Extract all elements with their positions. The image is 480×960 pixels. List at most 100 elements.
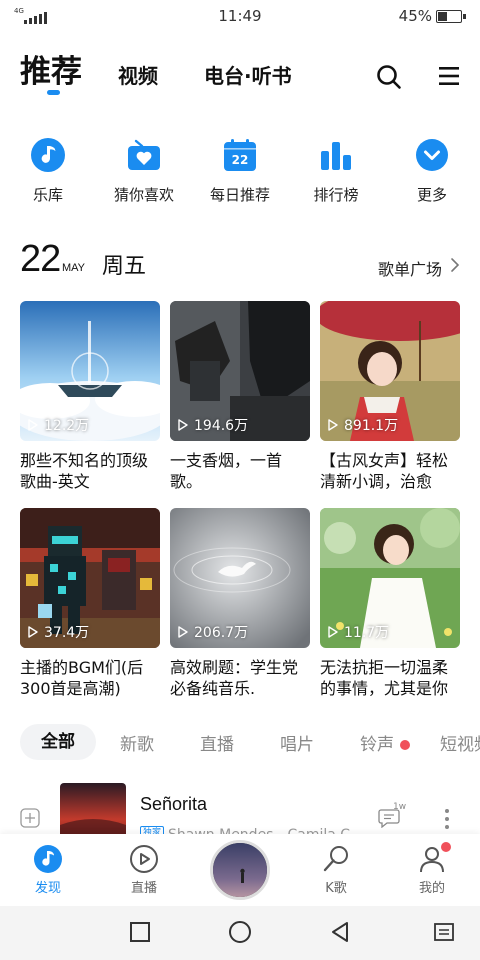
weekday-label: 周五	[102, 254, 147, 279]
add-icon[interactable]	[20, 808, 40, 828]
filter-tab-short-video[interactable]: 短视频	[440, 730, 480, 755]
recent-apps-icon[interactable]	[128, 920, 152, 944]
play-count-value: 891.1万	[344, 418, 399, 434]
play-count-value: 12.2万	[44, 418, 90, 434]
filter-tab-albums[interactable]: 唱片	[280, 730, 314, 755]
play-icon	[328, 419, 338, 431]
filter-tab-new-songs[interactable]: 新歌	[120, 730, 154, 755]
play-count: 891.1万	[328, 415, 398, 435]
battery-percent: 45%	[398, 7, 432, 25]
bar-chart-icon	[321, 142, 351, 170]
playlist-card[interactable]: 37.4万 主播的BGM们(后300首是高潮)	[20, 508, 160, 699]
comment-count: 1w	[393, 802, 407, 812]
quick-entries: 乐库 猜你喜欢 22 每日推荐 排行榜 更多	[0, 138, 480, 214]
play-count: 11.7万	[328, 622, 389, 642]
song-artist: Shawn Mendes、Camila C	[168, 824, 350, 834]
back-icon[interactable]	[328, 920, 352, 944]
tab-live[interactable]: 直播	[109, 844, 179, 896]
month-label: MAY	[62, 262, 86, 274]
quick-item-library[interactable]: 乐库	[3, 138, 93, 205]
discover-icon	[34, 845, 62, 873]
tab-label: 我的	[418, 881, 445, 896]
menu-icon[interactable]	[438, 65, 460, 87]
tab-profile[interactable]: 我的	[397, 842, 467, 896]
top-nav: 推荐 视频 电台·听书	[0, 44, 480, 100]
quick-item-charts[interactable]: 排行榜	[291, 138, 381, 205]
quick-label: 乐库	[32, 186, 63, 204]
quick-item-daily-recommend[interactable]: 22 每日推荐	[195, 138, 285, 205]
playlist-title[interactable]: 那些不知名的顶级歌曲-英文	[20, 450, 160, 492]
playlist-cover[interactable]: 11.7万	[320, 508, 460, 648]
playlist-plaza-link[interactable]: 歌单广场	[378, 256, 442, 280]
filter-tab-live[interactable]: 直播	[200, 730, 234, 755]
home-icon[interactable]	[228, 920, 252, 944]
filter-label: 铃声	[360, 735, 394, 755]
music-note-icon	[31, 138, 65, 172]
playlist-card[interactable]: 206.7万 高效刷题：学生党必备纯音乐.	[170, 508, 310, 699]
quick-label: 更多	[416, 186, 447, 204]
quick-label: 每日推荐	[209, 186, 270, 204]
calendar-icon: 22	[224, 139, 256, 171]
filter-tab-ringtones[interactable]: 铃声	[360, 730, 410, 755]
quick-item-guess-you-like[interactable]: 猜你喜欢	[99, 138, 189, 205]
song-cover[interactable]	[60, 783, 126, 834]
tab-recommend[interactable]: 推荐	[20, 46, 82, 91]
play-count: 206.7万	[178, 622, 248, 642]
playlist-cover[interactable]: 891.1万	[320, 301, 460, 441]
playlist-cover[interactable]: 206.7万	[170, 508, 310, 648]
radio-heart-icon	[128, 139, 160, 170]
tab-label: K歌	[325, 881, 347, 896]
search-icon[interactable]	[376, 64, 402, 90]
playlist-title[interactable]: 无法抗拒一切温柔的事情，尤其是你	[320, 657, 460, 699]
new-dot	[400, 740, 410, 750]
keyboard-icon[interactable]	[432, 920, 456, 944]
chevron-right-icon[interactable]	[450, 256, 460, 274]
play-icon	[28, 419, 38, 431]
system-nav-bar	[0, 906, 480, 960]
playlist-card[interactable]: 12.2万 那些不知名的顶级歌曲-英文	[20, 301, 160, 492]
playlist-cover[interactable]: 12.2万	[20, 301, 160, 441]
play-icon	[178, 419, 188, 431]
song-cover-art	[60, 783, 126, 834]
play-icon	[28, 626, 38, 638]
tab-label: 发现	[34, 881, 61, 896]
play-icon	[328, 626, 338, 638]
battery-icon	[436, 10, 466, 23]
playlist-cover[interactable]: 194.6万	[170, 301, 310, 441]
karaoke-mic-icon	[323, 846, 348, 872]
playlist-title[interactable]: 【古风女声】轻松清新小调，治愈你...	[320, 450, 460, 492]
play-count: 194.6万	[178, 415, 248, 435]
playlist-cover[interactable]: 37.4万	[20, 508, 160, 648]
tab-karaoke[interactable]: K歌	[301, 844, 371, 896]
chevron-down-icon	[416, 139, 448, 171]
status-bar: 4G 11:49 45%	[0, 0, 480, 34]
filter-label: 全部	[41, 732, 75, 752]
quick-label: 排行榜	[313, 186, 359, 204]
playlist-title[interactable]: 一支香烟，一首歌。	[170, 450, 310, 492]
tab-label: 直播	[130, 881, 157, 896]
playlist-card[interactable]: 194.6万 一支香烟，一首歌。	[170, 301, 310, 492]
song-list-item[interactable]: Señorita 独家 Shawn Mendes、Camila C 1w	[0, 780, 480, 834]
more-vertical-icon[interactable]	[444, 808, 450, 830]
now-playing-disc[interactable]	[210, 840, 270, 900]
tab-radio-audiobook[interactable]: 电台·听书	[204, 60, 292, 89]
play-icon	[178, 626, 188, 638]
day-number: 22	[20, 238, 61, 280]
playlist-card[interactable]: 11.7万 无法抗拒一切温柔的事情，尤其是你	[320, 508, 460, 699]
play-count-value: 37.4万	[44, 625, 90, 641]
play-count-value: 194.6万	[194, 418, 249, 434]
tab-video[interactable]: 视频	[118, 60, 158, 89]
calendar-badge: 22	[232, 153, 249, 167]
quick-item-more[interactable]: 更多	[387, 138, 477, 205]
tab-active-indicator	[47, 90, 60, 95]
live-icon	[130, 845, 158, 873]
tab-discover[interactable]: 发现	[13, 844, 83, 896]
playlist-card[interactable]: 891.1万 【古风女声】轻松清新小调，治愈你...	[320, 301, 460, 492]
notification-dot	[441, 842, 451, 852]
play-count: 37.4万	[28, 622, 89, 642]
bottom-tab-bar: 发现 直播 K歌 我的	[0, 834, 480, 906]
play-count: 12.2万	[28, 415, 89, 435]
playlist-title[interactable]: 高效刷题：学生党必备纯音乐.	[170, 657, 310, 699]
filter-tab-all[interactable]: 全部	[20, 724, 96, 760]
playlist-title[interactable]: 主播的BGM们(后300首是高潮)	[20, 657, 160, 699]
